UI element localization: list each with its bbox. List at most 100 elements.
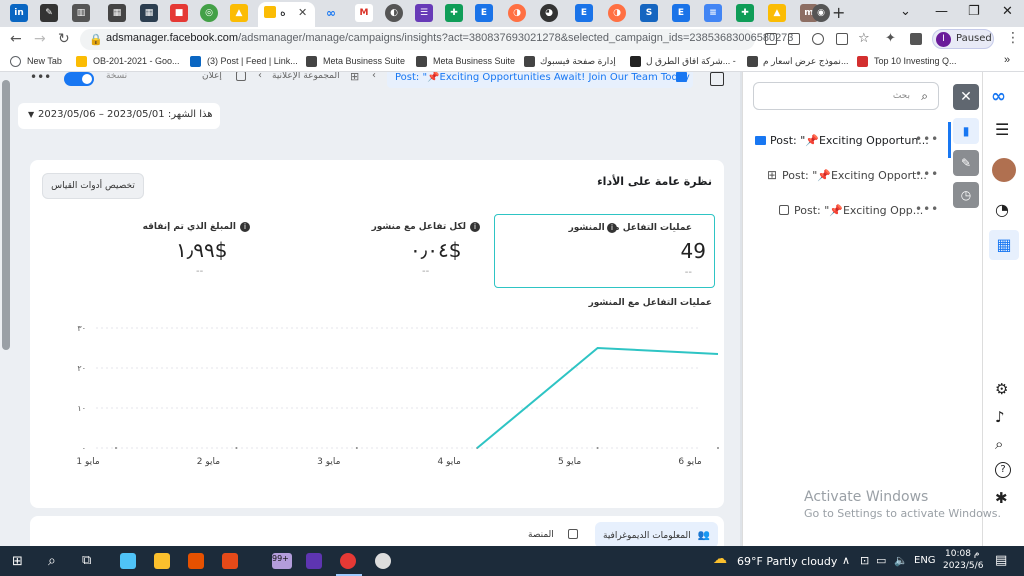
bell-icon[interactable]: ♪ [995,408,1005,426]
back-icon[interactable]: ← [10,31,22,47]
search-input[interactable]: ⌕ بحث [753,82,939,110]
date-range-picker[interactable]: ▼ هذا الشهر: 2023/05/01 – 2023/05/06 [18,103,220,129]
language-indicator[interactable]: ENG [914,555,936,566]
notifications-icon[interactable]: ▤ [995,553,1007,568]
tab-platform[interactable]: المنصة [528,530,554,540]
tab-dark[interactable]: ◕ [540,4,558,22]
omnibox[interactable]: 🔒 adsmanager.facebook.com/adsmanager/man… [80,29,793,50]
tab-red[interactable]: ■ [170,4,188,22]
bookmark-item[interactable]: (3) Post | Feed | Link... [207,56,298,66]
network-icon[interactable]: ⊡ [860,554,869,567]
ads-manager-icon[interactable]: ▦ [989,230,1019,260]
chevron-up-icon[interactable]: ∧ [842,554,850,567]
tab-docs-4[interactable]: ≡ [704,4,722,22]
office-icon[interactable] [222,553,238,569]
translate-icon[interactable] [788,33,800,45]
panel-icon[interactable] [710,72,724,86]
search-icon[interactable]: ⌕ [48,553,56,569]
tab-app-3[interactable]: ◐ [385,4,403,22]
toggle-switch[interactable] [64,72,94,86]
info-icon[interactable]: i [470,222,480,232]
tab-docs[interactable]: E [475,4,493,22]
customize-metrics-button[interactable]: تخصيص أدوات القياس [42,173,144,199]
breadcrumb-campaign-chip[interactable]: Post: "📌Exciting Opportunities Await! Jo… [387,72,693,88]
tab-app-2[interactable]: ▦ [140,4,158,22]
metric-cost-per-engagement[interactable]: لكل تفاعل مع منشور i ٠٫٠٤$ -- [280,214,480,288]
app-icon[interactable] [120,553,136,569]
tab-app[interactable]: ▦ [108,4,126,22]
bookmark-item[interactable]: Top 10 Investing Q... [874,56,957,66]
profile-button[interactable]: I Paused [932,29,994,49]
tab-purple[interactable]: ☰ [415,4,433,22]
volume-icon[interactable]: 🔈 [894,554,908,567]
share-icon[interactable] [836,33,848,45]
menu-icon[interactable]: ⋮ [1006,30,1020,46]
bookmark-item[interactable]: إدارة صفحة فيسبوك [540,56,616,67]
tab-drive-2[interactable]: ▲ [768,4,786,22]
more-icon[interactable]: ••• [915,167,939,181]
clock-time[interactable]: 10:08 م [945,549,979,559]
tab-docs-3[interactable]: E [672,4,690,22]
search-icon[interactable]: ⌕ [995,435,1003,453]
info-icon[interactable]: i [240,222,250,232]
tab-edit[interactable]: ✎ [40,4,58,22]
tab-active[interactable]: ه ✕ [258,2,315,27]
bookmark-item[interactable]: شركة افاق الطرق ل... - [646,56,736,67]
weather-text[interactable]: 69°F Partly cloudy [737,555,837,568]
tab-meta[interactable]: ∞ [322,4,340,22]
bookmark-item[interactable]: Meta Business Suite [323,56,405,66]
breadcrumb-adset[interactable]: المجموعة الإعلانية [272,72,340,81]
history-tool-icon[interactable]: ◷ [953,182,979,208]
tab-orange[interactable]: ◑ [508,4,526,22]
maximize-icon[interactable]: ❐ [968,4,980,19]
tab-docs-2[interactable]: E [575,4,593,22]
app-icon[interactable] [375,553,391,569]
tab-gmail[interactable]: M [355,4,373,22]
tab-linkedin[interactable]: in [10,4,28,22]
metric-spend[interactable]: المبلغ الذي تم إنفاقه i ١٫٩٩$ -- [50,214,250,288]
more-icon[interactable]: ••• [915,202,939,216]
close-panel-button[interactable]: ✕ [953,84,979,110]
tab-green[interactable]: ◎ [200,4,218,22]
task-view-icon[interactable]: ⧉ [82,553,91,568]
windows-start-icon[interactable]: ⊞ [12,554,23,569]
speedometer-icon[interactable]: ◔ [995,200,1009,219]
new-tab-button[interactable]: + [832,3,845,22]
window-close-icon[interactable]: ✕ [1002,4,1013,19]
edit-tool-icon[interactable]: ✎ [953,150,979,176]
url-text[interactable]: adsmanager.facebook.com/adsmanager/manag… [106,32,793,44]
app-icon[interactable] [188,553,204,569]
battery-icon[interactable]: ▭ [876,554,886,567]
app-icon[interactable] [306,553,322,569]
bookmarks-overflow[interactable]: » [1004,54,1010,66]
chrome-icon[interactable] [340,553,356,569]
sidepanel-icon[interactable] [910,33,922,45]
tab-chrome[interactable]: ◉ [812,4,830,22]
breadcrumb-ad[interactable]: إعلان [202,72,222,81]
tab-barcode[interactable]: ▥ [72,4,90,22]
chart-tool-icon[interactable]: ▮ [953,118,979,144]
close-icon[interactable]: ✕ [298,6,307,19]
metric-post-engagement[interactable]: عمليات التفاعل مع المنشور i 49 -- [494,214,715,288]
clock-date[interactable]: 2023/5/6 [943,561,983,571]
bookmark-item[interactable]: OB-201-2021 - Goo... [93,56,180,66]
bookmark-item[interactable]: نموذج عرض اسعار م... [763,56,848,67]
tab-demographics[interactable]: المعلومات الديموغرافية 👥 [595,522,718,548]
series-line[interactable] [476,346,719,449]
more-icon[interactable]: ••• [915,132,939,146]
settings-icon[interactable]: ⚙ [995,380,1008,398]
tab-app-4[interactable]: S [640,4,658,22]
tab-sheets-2[interactable]: ✚ [736,4,754,22]
download-icon[interactable] [765,33,777,45]
tab-search-icon[interactable]: ⌄ [900,4,911,19]
forward-icon[interactable]: → [34,31,46,47]
minimize-icon[interactable]: — [935,4,948,19]
reload-icon[interactable]: ↻ [58,31,70,47]
extensions-icon[interactable]: ✦ [885,31,896,46]
star-icon[interactable]: ☆ [858,31,870,46]
file-explorer-icon[interactable] [154,553,170,569]
lens-icon[interactable] [812,33,824,45]
account-avatar[interactable] [992,158,1016,182]
tab-drive[interactable]: ▲ [230,4,248,22]
help-icon[interactable]: ? [995,462,1011,478]
